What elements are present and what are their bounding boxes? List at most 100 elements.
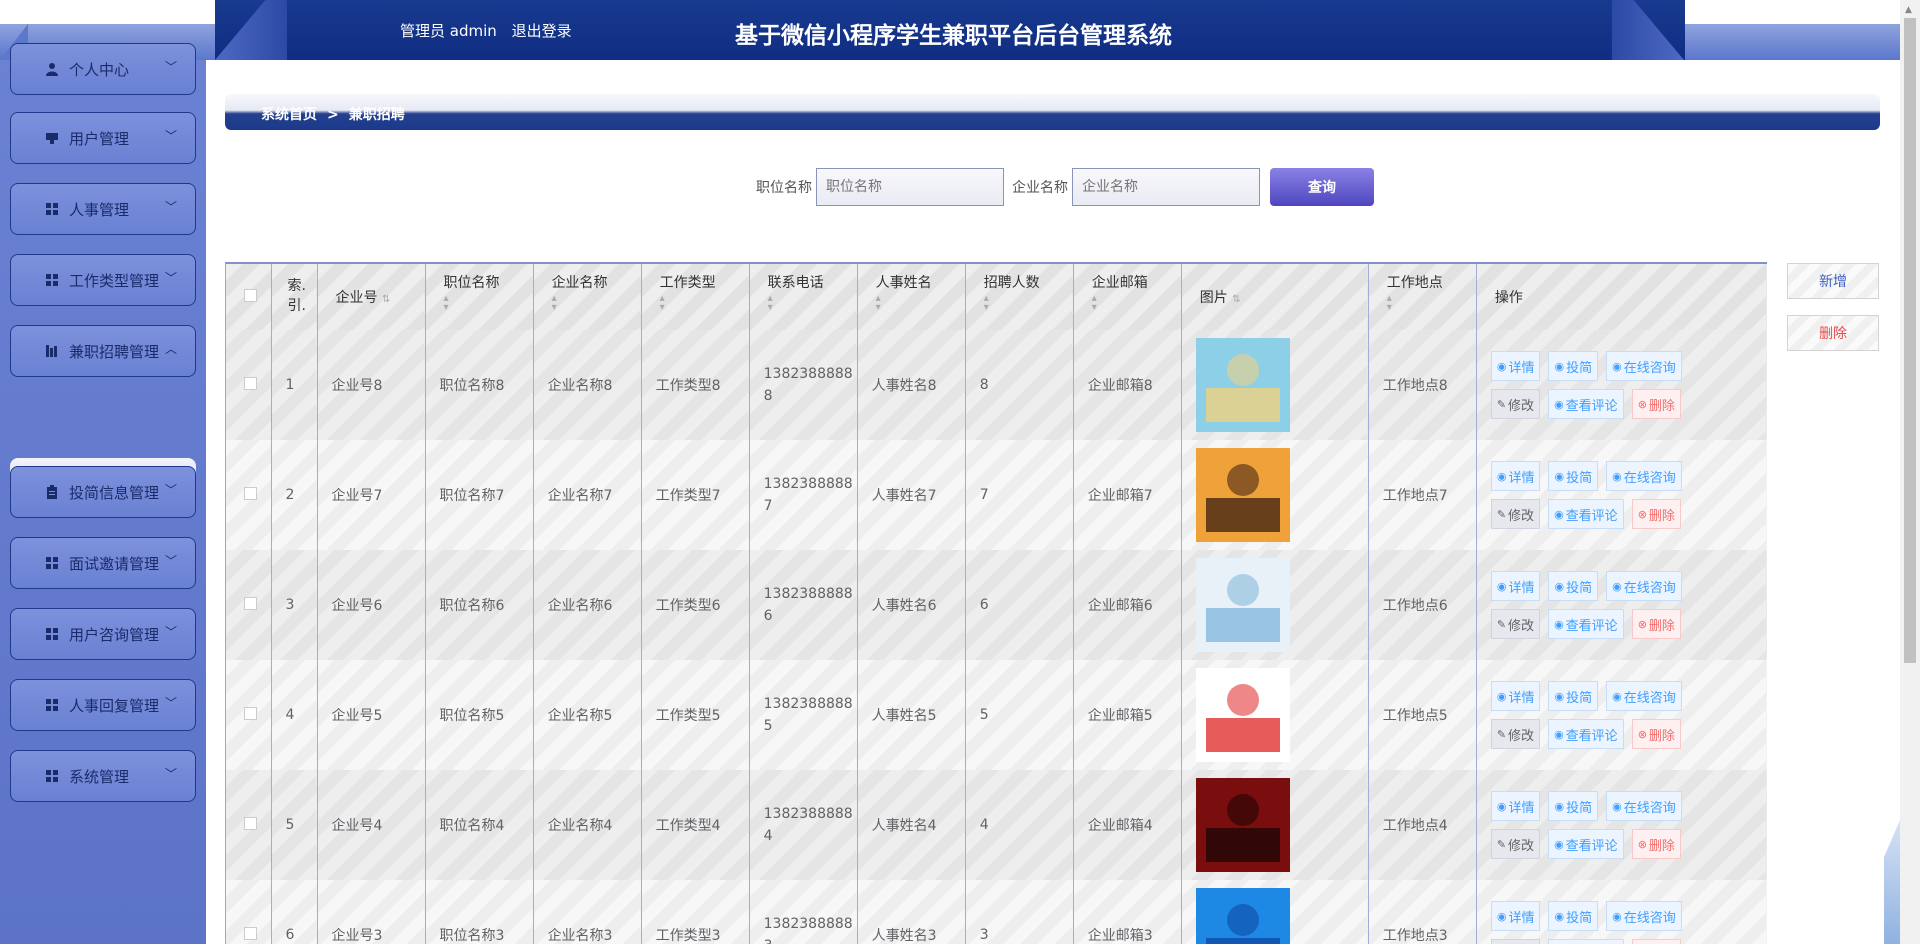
cell-hire-count: 7	[965, 440, 1074, 550]
sidebar-item-work-type-management[interactable]: 工作类型管理 ﹀	[10, 254, 196, 306]
delete-button[interactable]: ⊗删除	[1631, 499, 1681, 529]
recruitment-poster-image[interactable]	[1195, 558, 1290, 652]
recruitment-poster-image[interactable]	[1195, 338, 1290, 432]
view-comments-button[interactable]: ◉查看评论	[1548, 499, 1624, 529]
view-comments-button[interactable]: ◉查看评论	[1548, 939, 1624, 944]
cell-operations: ◉详情◉投简◉在线咨询 ✎修改◉查看评论⊗删除	[1476, 770, 1767, 880]
edit-button[interactable]: ✎修改	[1490, 939, 1541, 944]
scroll-up-arrow-icon[interactable]: ▲	[1905, 5, 1912, 15]
cell-company-email: 企业邮箱3	[1073, 880, 1182, 944]
recruitment-poster-image[interactable]	[1195, 778, 1290, 872]
delete-button[interactable]: ⊗删除	[1631, 939, 1681, 944]
recruitment-poster-image[interactable]	[1195, 448, 1290, 542]
sidebar-item-personal-center[interactable]: 个人中心 ﹀	[10, 43, 196, 95]
apply-button[interactable]: ◉ 投简	[1548, 791, 1599, 821]
page-scrollbar[interactable]: ▲	[1900, 0, 1920, 944]
detail-button[interactable]: ◉ 详情	[1490, 901, 1541, 931]
row-select-cell	[226, 440, 272, 550]
job-name-input[interactable]	[816, 168, 1004, 206]
table-row: 4 企业号5 职位名称5 企业名称5 工作类型5 1382388888 5 人事姓名5 5 企业邮…	[226, 660, 1767, 770]
sidebar-item-label: 工作类型管理	[69, 271, 160, 290]
recruitment-poster-image[interactable]	[1195, 888, 1290, 944]
detail-button[interactable]: ◉ 详情	[1490, 351, 1541, 381]
column-header-location[interactable]: 工作地点 ▴ ▾	[1368, 264, 1477, 330]
company-name-input[interactable]	[1072, 168, 1260, 206]
delete-button[interactable]: ⊗删除	[1631, 609, 1681, 639]
column-header-company-no[interactable]: 企业号 ⇅	[317, 264, 426, 330]
sidebar-item-label: 个人中心	[69, 60, 130, 79]
batch-delete-button[interactable]: 删除	[1787, 315, 1879, 351]
view-comments-button[interactable]: ◉查看评论	[1548, 609, 1624, 639]
delete-button[interactable]: ⊗删除	[1631, 719, 1681, 749]
column-header-job-name[interactable]: 职位名称 ▴ ▾	[425, 264, 534, 330]
column-header-hire-count[interactable]: 招聘人数 ▴ ▾	[965, 264, 1074, 330]
cell-company-name: 企业名称4	[533, 770, 642, 880]
edit-button[interactable]: ✎修改	[1490, 719, 1541, 749]
column-header-company-email[interactable]: 企业邮箱 ▴ ▾	[1073, 264, 1182, 330]
consult-button[interactable]: ◉ 在线咨询	[1606, 681, 1682, 711]
eye-icon: ◉	[1554, 689, 1565, 703]
scrollbar-thumb[interactable]	[1904, 18, 1916, 663]
column-header-hr-name[interactable]: 人事姓名 ▴ ▾	[857, 264, 966, 330]
row-checkbox[interactable]	[244, 376, 257, 390]
view-comments-button[interactable]: ◉查看评论	[1548, 719, 1624, 749]
detail-button[interactable]: ◉ 详情	[1490, 571, 1541, 601]
sidebar-item-consultation-management[interactable]: 用户咨询管理 ﹀	[10, 608, 196, 660]
sidebar-item-recruitment-management[interactable]: 兼职招聘管理 ︿	[10, 325, 196, 377]
consult-button[interactable]: ◉ 在线咨询	[1606, 791, 1682, 821]
apply-button[interactable]: ◉ 投简	[1548, 901, 1599, 931]
row-checkbox[interactable]	[244, 816, 257, 830]
cell-phone: 13823888883	[749, 880, 858, 944]
sidebar-item-label: 兼职招聘管理	[69, 342, 160, 361]
sidebar-item-interview-management[interactable]: 面试邀请管理 ﹀	[10, 537, 196, 589]
view-comments-button[interactable]: ◉查看评论	[1548, 829, 1624, 859]
edit-button[interactable]: ✎修改	[1490, 499, 1541, 529]
edit-button[interactable]: ✎修改	[1490, 609, 1541, 639]
table-row: 1 企业号8 职位名称8 企业名称8 工作类型8 1382388888 8 人事姓名8 8 企业邮…	[226, 330, 1767, 440]
consult-button[interactable]: ◉ 在线咨询	[1606, 571, 1682, 601]
sidebar-item-hr-management[interactable]: 人事管理 ﹀	[10, 183, 196, 235]
row-checkbox[interactable]	[244, 596, 257, 610]
search-button[interactable]: 查询	[1270, 168, 1374, 206]
cell-job-name: 职位名称6	[425, 550, 534, 660]
apply-button[interactable]: ◉ 投简	[1548, 571, 1599, 601]
view-comments-button[interactable]: ◉查看评论	[1548, 389, 1624, 419]
row-checkbox[interactable]	[244, 486, 257, 500]
delete-button[interactable]: ⊗删除	[1631, 389, 1681, 419]
column-header-image[interactable]: 图片 ⇅	[1181, 264, 1369, 330]
detail-button[interactable]: ◉ 详情	[1490, 791, 1541, 821]
select-all-checkbox[interactable]	[244, 288, 257, 302]
sidebar-item-hr-reply-management[interactable]: 人事回复管理 ﹀	[10, 679, 196, 731]
detail-button[interactable]: ◉ 详情	[1490, 681, 1541, 711]
row-checkbox[interactable]	[244, 926, 257, 940]
recruitment-poster-image[interactable]	[1195, 668, 1290, 762]
sidebar-item-system-management[interactable]: 系统管理 ﹀	[10, 750, 196, 802]
user-label: 管理员 admin	[400, 22, 497, 40]
consult-button[interactable]: ◉ 在线咨询	[1606, 351, 1682, 381]
add-button[interactable]: 新增	[1787, 263, 1879, 299]
apply-button[interactable]: ◉ 投简	[1548, 461, 1599, 491]
sidebar-item-user-management[interactable]: 用户管理 ﹀	[10, 112, 196, 164]
consult-button[interactable]: ◉ 在线咨询	[1606, 461, 1682, 491]
detail-button[interactable]: ◉ 详情	[1490, 461, 1541, 491]
column-header-work-type[interactable]: 工作类型 ▴ ▾	[641, 264, 750, 330]
edit-button[interactable]: ✎修改	[1490, 829, 1541, 859]
row-select-cell	[226, 550, 272, 660]
cell-job-name: 职位名称7	[425, 440, 534, 550]
breadcrumb-home[interactable]: 系统首页	[261, 107, 317, 123]
sidebar-item-application-management[interactable]: 投简信息管理 ﹀	[10, 466, 196, 518]
company-name-label: 企业名称	[1012, 180, 1068, 196]
cell-hr-name: 人事姓名5	[857, 660, 966, 770]
column-header-company-name[interactable]: 企业名称 ▴ ▾	[533, 264, 642, 330]
consult-button[interactable]: ◉ 在线咨询	[1606, 901, 1682, 931]
column-header-phone[interactable]: 联系电话 ▴ ▾	[749, 264, 858, 330]
edit-button[interactable]: ✎修改	[1490, 389, 1541, 419]
chevron-down-icon: ﹀	[164, 767, 177, 781]
delete-button[interactable]: ⊗删除	[1631, 829, 1681, 859]
apply-button[interactable]: ◉ 投简	[1548, 351, 1599, 381]
row-checkbox[interactable]	[244, 706, 257, 720]
edit-icon: ✎	[1496, 397, 1507, 411]
logout-link[interactable]: 退出登录	[512, 22, 572, 40]
cell-location: 工作地点6	[1368, 550, 1477, 660]
apply-button[interactable]: ◉ 投简	[1548, 681, 1599, 711]
